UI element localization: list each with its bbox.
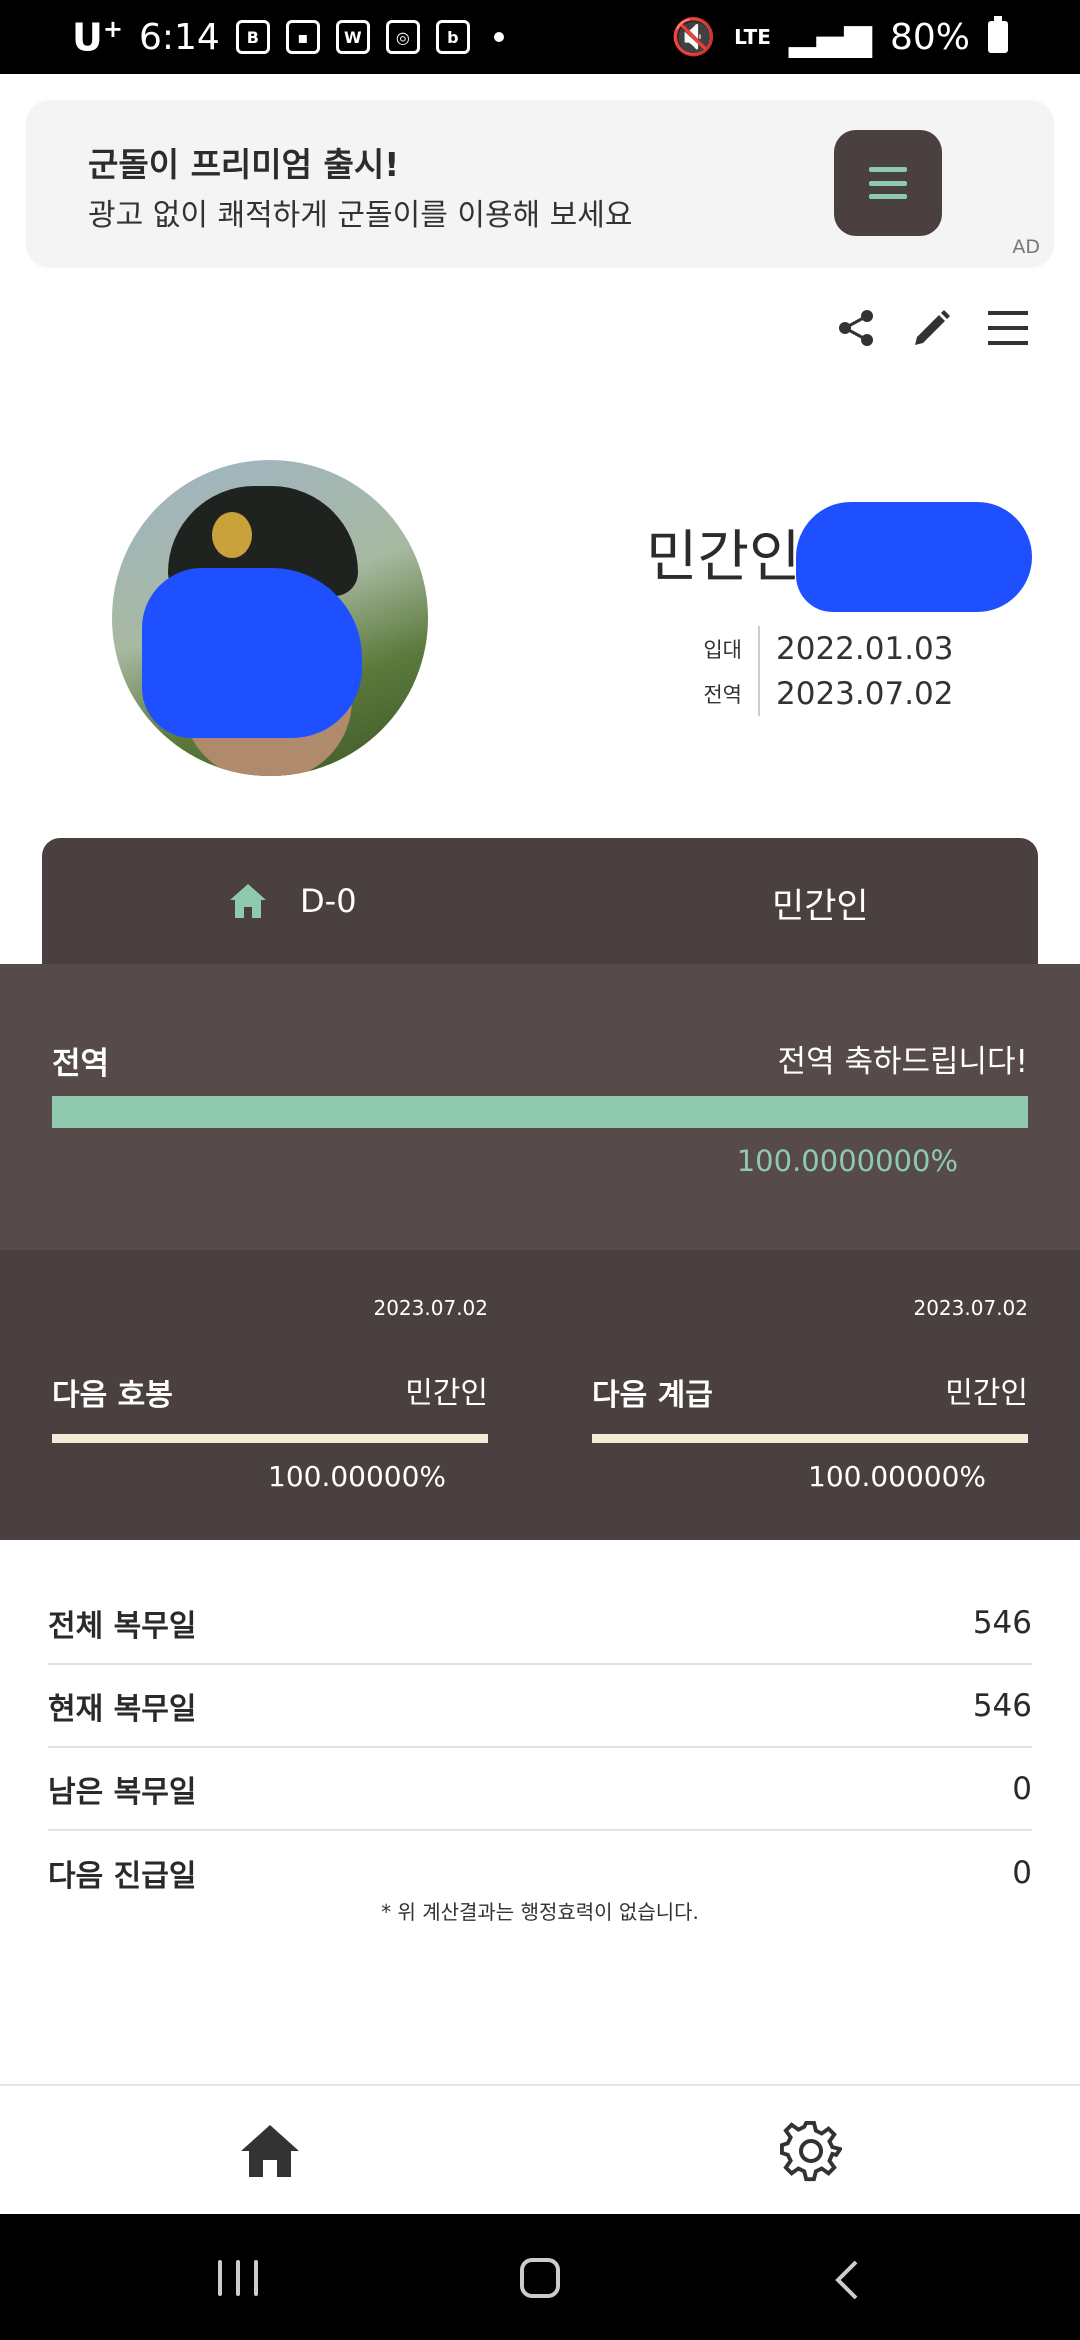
enlist-date: 2022.01.03 xyxy=(776,630,954,667)
recent-apps-button[interactable] xyxy=(218,2260,258,2296)
discharge-percent: 100.0000000% xyxy=(736,1144,958,1178)
stat-value: 546 xyxy=(972,1604,1032,1641)
menu-icon xyxy=(869,167,907,199)
discharge-label: 전역 xyxy=(703,682,742,707)
next-rank-date: 2023.07.02 xyxy=(913,1296,1028,1320)
stat-label: 전체 복무일 xyxy=(48,1608,197,1644)
discharge-date: 2023.07.02 xyxy=(776,675,954,712)
stat-label: 현재 복무일 xyxy=(48,1691,197,1727)
settings-icon[interactable] xyxy=(780,2120,844,2186)
system-home-button[interactable] xyxy=(520,2258,560,2298)
bottom-nav xyxy=(0,2084,1080,2214)
next-pay-progress-bar xyxy=(52,1434,488,1443)
stat-value: 0 xyxy=(1012,1854,1032,1891)
dday-bar: D-0 민간인 xyxy=(42,838,1038,966)
discharge-message: 전역 축하드립니다! xyxy=(777,1044,1028,1080)
share-icon[interactable] xyxy=(834,306,878,350)
notification-app-icon: B xyxy=(235,20,270,54)
next-rank-progress-fill xyxy=(592,1434,1028,1443)
discharge-progress-bar xyxy=(52,1096,1028,1128)
service-stats-table: 전체 복무일 546 현재 복무일 546 남은 복무일 0 다음 진급일 0 xyxy=(48,1582,1032,1914)
next-rank-progress-bar xyxy=(592,1434,1028,1443)
ad-open-button[interactable] xyxy=(834,130,942,236)
table-row: 현재 복무일 546 xyxy=(48,1665,1032,1748)
notification-app-icon: b xyxy=(435,20,470,54)
service-dates: 입대 2022.01.03 전역 2023.07.02 xyxy=(694,626,954,716)
status-bar: U+ 6:14 B ▪ W ◎ b 🔇 LTE ▂▄▆ 80% xyxy=(0,0,1080,74)
carrier-label: U+ xyxy=(72,14,123,60)
next-pay-percent: 100.00000% xyxy=(268,1460,447,1493)
next-pay-value: 민간인 xyxy=(405,1376,488,1411)
profile-photo[interactable] xyxy=(112,460,428,776)
battery-percent: 80% xyxy=(889,16,970,58)
next-progress-section: 2023.07.02 다음 호봉 민간인 100.00000% 2023.07.… xyxy=(0,1250,1080,1540)
ad-banner[interactable]: 군돌이 프리미엄 출시! 광고 없이 쾌적하게 군돌이를 이용해 보세요 AD xyxy=(26,100,1054,268)
next-pay-progress-fill xyxy=(52,1434,488,1443)
stat-label: 다음 진급일 xyxy=(48,1858,197,1894)
disclaimer-note: * 위 계산결과는 행정효력이 없습니다. xyxy=(381,1900,699,1924)
stat-label: 남은 복무일 xyxy=(48,1774,197,1810)
webtoon-notification-icon: W xyxy=(335,20,370,54)
next-pay-title: 다음 호봉 xyxy=(52,1378,173,1413)
ad-subtitle: 광고 없이 쾌적하게 군돌이를 이용해 보세요 xyxy=(88,198,633,233)
privacy-blur xyxy=(796,502,1032,612)
profile-name: 민간인 xyxy=(646,525,801,590)
discharge-progress-label: 전역 xyxy=(52,1046,110,1082)
notification-app-icon: ◎ xyxy=(385,20,420,54)
mute-icon: 🔇 xyxy=(671,17,717,58)
notification-app-icon: ▪ xyxy=(285,20,320,54)
ad-tag: AD xyxy=(1012,236,1040,258)
stat-value: 546 xyxy=(972,1687,1032,1724)
next-rank-title: 다음 계급 xyxy=(592,1378,713,1413)
next-rank-percent: 100.00000% xyxy=(808,1460,987,1493)
top-actions xyxy=(834,306,1030,350)
dday-status: 민간인 xyxy=(772,887,869,927)
system-nav-bar xyxy=(0,2214,1080,2340)
ad-title: 군돌이 프리미엄 출시! xyxy=(88,145,400,184)
table-row: 남은 복무일 0 xyxy=(48,1748,1032,1831)
home-icon xyxy=(228,882,268,924)
menu-icon[interactable] xyxy=(986,306,1030,350)
next-rank-value: 민간인 xyxy=(945,1376,1028,1411)
next-pay-date: 2023.07.02 xyxy=(373,1296,488,1320)
edit-icon[interactable] xyxy=(910,306,954,350)
discharge-progress-section: 전역 전역 축하드립니다! 100.0000000% xyxy=(0,964,1080,1250)
home-icon[interactable] xyxy=(238,2122,302,2184)
privacy-blur xyxy=(142,568,362,738)
discharge-progress-fill xyxy=(52,1096,1028,1128)
enlist-label: 입대 xyxy=(703,637,742,662)
stat-value: 0 xyxy=(1012,1770,1032,1807)
signal-icon: ▂▄▆ xyxy=(788,16,872,58)
battery-icon xyxy=(988,16,1008,53)
more-notifications-icon xyxy=(493,32,504,42)
profile-name-wrap: 민간인 xyxy=(646,502,1032,612)
back-button[interactable] xyxy=(832,2258,862,2306)
lte-icon: LTE xyxy=(734,25,771,49)
table-row: 전체 복무일 546 xyxy=(48,1582,1032,1665)
dday-countdown: D-0 xyxy=(300,882,357,920)
status-time: 6:14 xyxy=(138,16,220,58)
